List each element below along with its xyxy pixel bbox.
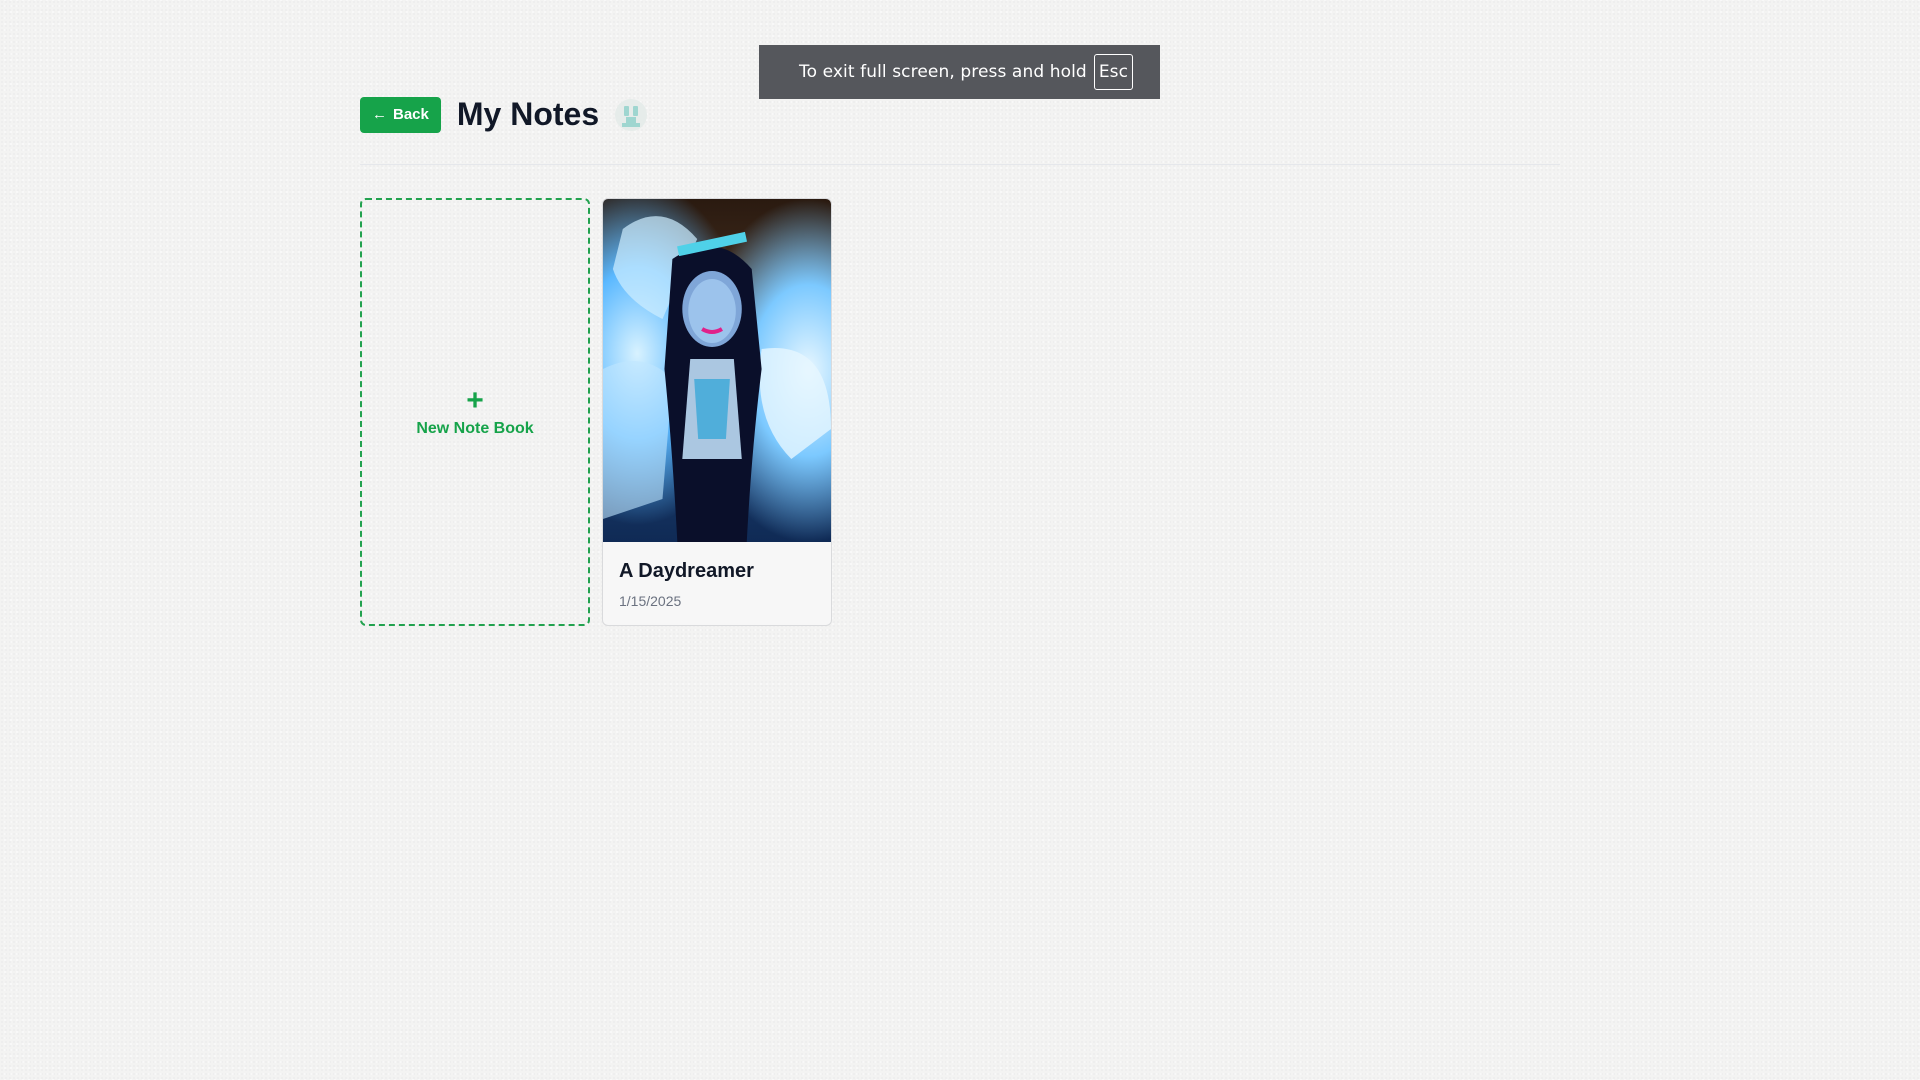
fullscreen-exit-toast: To exit full screen, press and hold Esc (759, 45, 1160, 99)
notebook-info: A Daydreamer 1/15/2025 (603, 542, 831, 625)
toast-message: To exit full screen, press and hold (799, 62, 1087, 82)
page-header: ← Back My Notes (360, 96, 648, 133)
new-notebook-label: New Note Book (416, 420, 534, 437)
notebook-title: A Daydreamer (619, 560, 754, 582)
avatar-eye-left (624, 105, 630, 116)
header-divider (360, 164, 1560, 165)
notebook-card[interactable]: A Daydreamer 1/15/2025 (602, 198, 832, 626)
esc-key-badge: Esc (1093, 54, 1134, 90)
avatar-base (622, 122, 641, 127)
avatar[interactable] (615, 98, 648, 131)
avatar-eye-right (633, 105, 639, 116)
notebook-cover-image (603, 199, 831, 542)
new-notebook-card[interactable]: + New Note Book (360, 198, 590, 626)
notebook-date: 1/15/2025 (619, 593, 682, 609)
arrow-left-icon: ← (372, 106, 387, 123)
page-title: My Notes (456, 96, 600, 132)
plus-icon: + (466, 384, 484, 417)
back-button-label: Back (393, 106, 429, 123)
back-button[interactable]: ← Back (360, 96, 441, 133)
